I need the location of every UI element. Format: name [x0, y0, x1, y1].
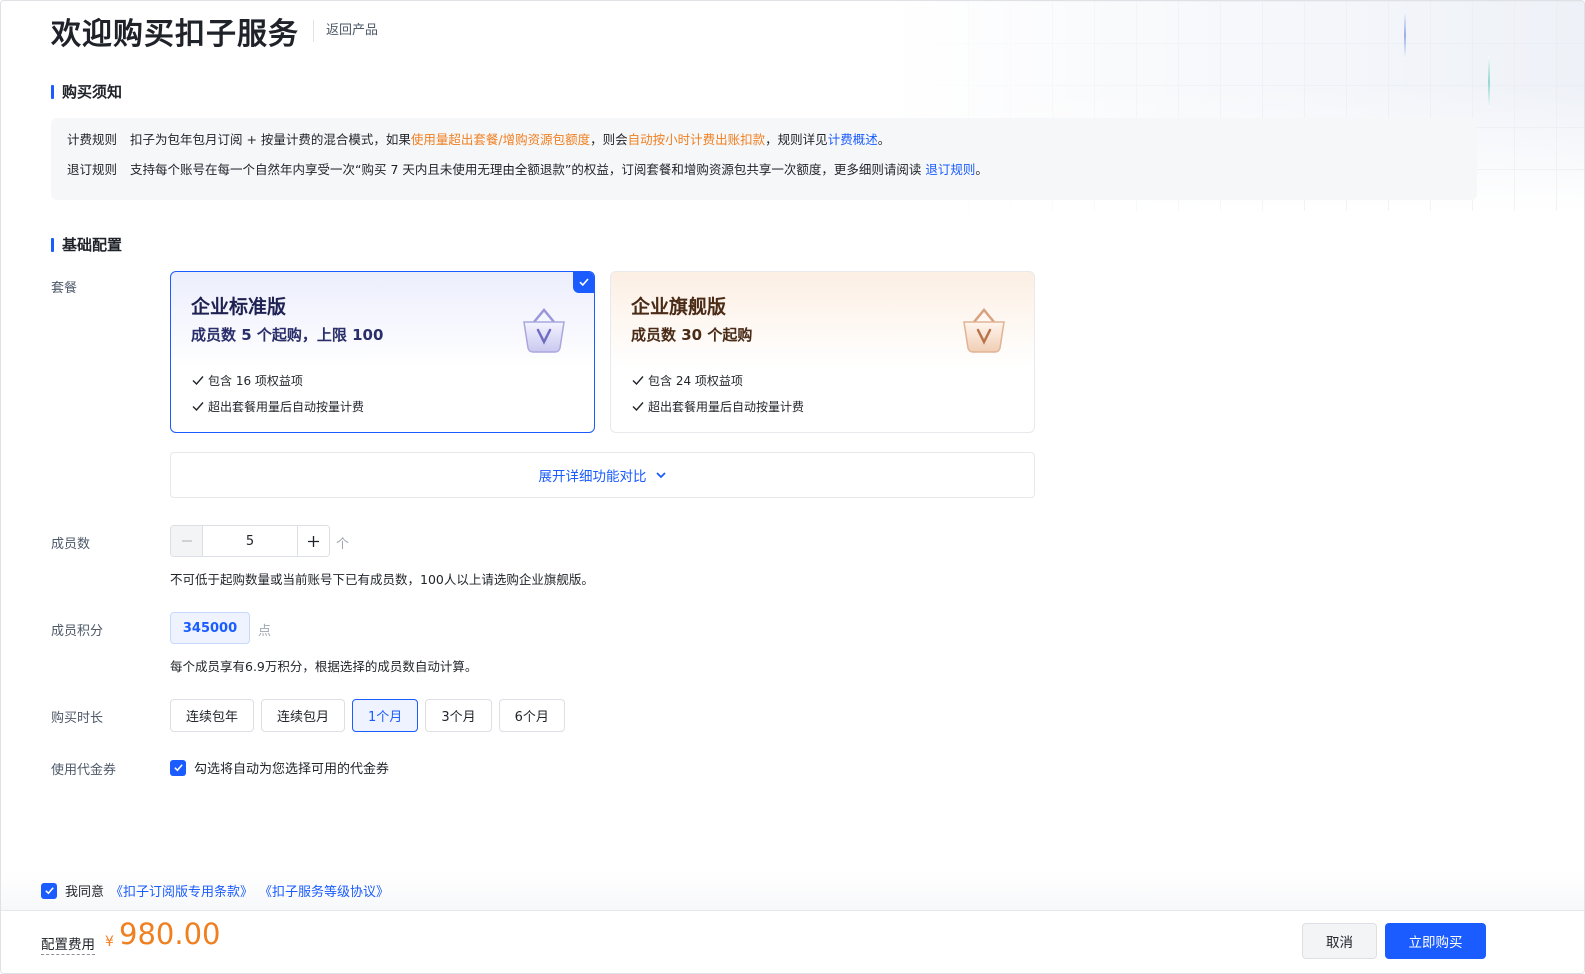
section-marker [51, 237, 54, 252]
plan-feature: 超出套餐用量后自动按量计费 [191, 397, 574, 415]
plus-icon [308, 535, 319, 547]
duration-option-1-month[interactable]: 1个月 [352, 699, 419, 732]
agreement-checkbox[interactable] [41, 882, 57, 899]
billing-rule-row: 计费规则 扣子为包年包月订阅 + 按量计费的混合模式，如果使用量超出套餐/增购资… [67, 132, 891, 147]
overuse-highlight: 使用量超出套餐/增购资源包额度 [410, 132, 591, 147]
duration-option-monthly-auto[interactable]: 连续包月 [261, 699, 346, 732]
coupon-text: 勾选将自动为您选择可用的代金券 [194, 762, 390, 777]
currency-symbol: ¥ [105, 934, 114, 950]
checkmark-icon [44, 887, 54, 895]
duration-options: 连续包年 连续包月 1个月 3个月 6个月 [170, 699, 572, 732]
auto-billing-highlight: 自动按小时计费出账扣款 [627, 132, 766, 147]
members-unit: 个 [336, 537, 350, 552]
footer-bar: 配置费用 ¥ 980.00 取消 立即购买 [1, 910, 1584, 973]
subscription-terms-link[interactable]: 《扣子订阅版专用条款》 [110, 881, 253, 900]
refund-rule-row: 退订规则 支持每个账号在每一个自然年内享受一次“购买 7 天内且未使用无理由全额… [67, 162, 988, 177]
duration-option-3-months[interactable]: 3个月 [425, 699, 492, 732]
coupon-label: 使用代金券 [51, 763, 117, 778]
cancel-button[interactable]: 取消 [1302, 923, 1377, 959]
checkmark-icon [173, 764, 183, 772]
duration-option-6-months[interactable]: 6个月 [498, 699, 565, 732]
decrease-button[interactable] [171, 526, 203, 556]
back-to-product-link[interactable]: 返回产品 [313, 20, 378, 42]
fee-amount: 980.00 [119, 917, 221, 951]
refund-rule-label: 退订规则 [67, 162, 118, 177]
billing-overview-link[interactable]: 计费概述 [828, 132, 878, 147]
coupon-checkbox[interactable] [170, 759, 186, 776]
chevron-down-icon [655, 472, 666, 479]
points-value: 345000 [170, 612, 250, 644]
plan-feature: 包含 24 项权益项 [631, 371, 1014, 389]
check-icon [192, 376, 204, 386]
plan-feature: 包含 16 项权益项 [191, 371, 574, 389]
members-input[interactable]: 5 [203, 526, 297, 556]
plan-feature: 超出套餐用量后自动按量计费 [631, 397, 1014, 415]
points-label: 成员积分 [51, 624, 104, 639]
section-marker [51, 84, 54, 99]
plan-features: 包含 16 项权益项 超出套餐用量后自动按量计费 [191, 371, 574, 415]
refund-rules-link[interactable]: 退订规则 [925, 162, 975, 177]
members-stepper: 5 [170, 525, 330, 557]
points-hint: 每个成员享有6.9万积分，根据选择的成员数自动计算。 [170, 659, 478, 674]
minus-icon [181, 540, 192, 542]
basket-icon [963, 308, 1005, 353]
purchase-notice-box: 计费规则 扣子为包年包月订阅 + 按量计费的混合模式，如果使用量超出套餐/增购资… [51, 118, 1477, 200]
section-title-config: 基础配置 [51, 234, 122, 255]
members-hint: 不可低于起购数量或当前账号下已有成员数，100人以上请选购企业旗舰版。 [170, 572, 594, 587]
selected-check-icon [573, 272, 594, 293]
check-icon [192, 402, 204, 412]
expand-comparison-button[interactable]: 展开详细功能对比 [170, 452, 1035, 498]
check-icon [632, 376, 644, 386]
purchase-page: 欢迎购买扣子服务 返回产品 购买须知 计费规则 扣子为包年包月订阅 + 按量计费… [0, 0, 1585, 974]
billing-rule-label: 计费规则 [67, 132, 118, 147]
coupon-option: 勾选将自动为您选择可用的代金券 [170, 758, 389, 777]
section-title-notice: 购买须知 [51, 81, 122, 102]
buy-now-button[interactable]: 立即购买 [1385, 923, 1486, 959]
page-header: 欢迎购买扣子服务 返回产品 [51, 9, 378, 53]
fee-label: 配置费用 [41, 933, 95, 955]
basket-icon [523, 308, 565, 353]
agreement-prefix: 我同意 [65, 885, 105, 900]
plan-card-standard[interactable]: 企业标准版 成员数 5 个起购，上限 100 包含 16 项权益项 超出套餐用量… [170, 271, 595, 433]
duration-label: 购买时长 [51, 711, 104, 726]
check-icon [632, 402, 644, 412]
members-label: 成员数 [51, 537, 91, 552]
plan-features: 包含 24 项权益项 超出套餐用量后自动按量计费 [631, 371, 1014, 415]
increase-button[interactable] [297, 526, 329, 556]
page-title: 欢迎购买扣子服务 [51, 17, 299, 52]
plan-card-flagship[interactable]: 企业旗舰版 成员数 30 个起购 包含 24 项权益项 超出套餐用量后自动按量计… [610, 271, 1035, 433]
agreement: 我同意 《扣子订阅版专用条款》 《扣子服务等级协议》 [41, 881, 389, 900]
service-level-agreement-link[interactable]: 《扣子服务等级协议》 [259, 881, 389, 900]
duration-option-yearly-auto[interactable]: 连续包年 [170, 699, 255, 732]
points-unit: 点 [258, 624, 272, 639]
plan-label: 套餐 [51, 281, 78, 296]
